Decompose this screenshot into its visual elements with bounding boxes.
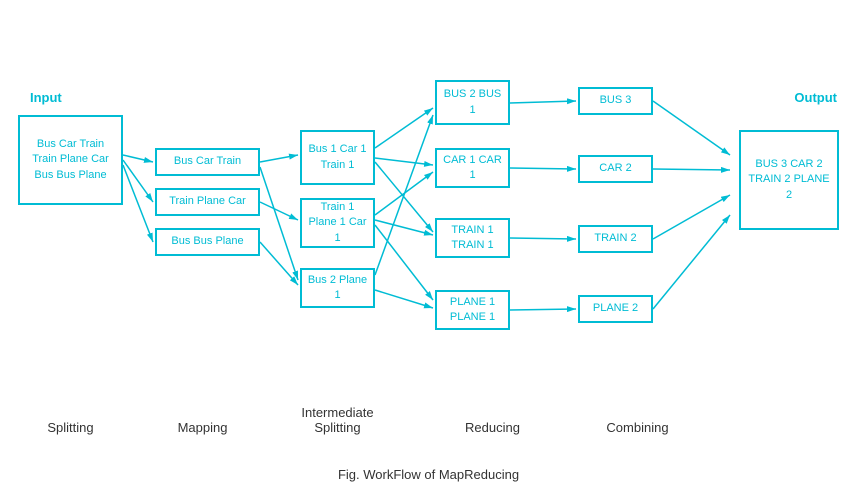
splitting-label: Splitting [18, 420, 123, 435]
input-label: Input [30, 90, 62, 105]
split2-box: Train 1 Plane 1 Car 1 [300, 198, 375, 248]
reducing-label: Reducing [435, 420, 550, 435]
intermediate-splitting-label: IntermediateSplitting [280, 405, 395, 435]
arrows-svg [0, 0, 857, 500]
map3-box: Bus Bus Plane [155, 228, 260, 256]
map1-box: Bus Car Train [155, 148, 260, 176]
inter1-box: BUS 2 BUS 1 [435, 80, 510, 125]
combining-label: Combining [580, 420, 695, 435]
output-box: BUS 3 CAR 2 TRAIN 2 PLANE 2 [739, 130, 839, 230]
diagram: Input Output Bus Car Train Train Plane C… [0, 0, 857, 500]
split1-box: Bus 1 Car 1 Train 1 [300, 130, 375, 185]
input-box: Bus Car Train Train Plane Car Bus Bus Pl… [18, 115, 123, 205]
inter2-box: CAR 1 CAR 1 [435, 148, 510, 188]
reduce3-box: TRAIN 2 [578, 225, 653, 253]
reduce1-box: BUS 3 [578, 87, 653, 115]
output-label: Output [794, 90, 837, 105]
fig-caption: Fig. WorkFlow of MapReducing [338, 467, 519, 482]
mapping-label: Mapping [145, 420, 260, 435]
reduce2-box: CAR 2 [578, 155, 653, 183]
map2-box: Train Plane Car [155, 188, 260, 216]
reduce4-box: PLANE 2 [578, 295, 653, 323]
inter3-box: TRAIN 1 TRAIN 1 [435, 218, 510, 258]
split3-box: Bus 2 Plane 1 [300, 268, 375, 308]
inter4-box: PLANE 1 PLANE 1 [435, 290, 510, 330]
